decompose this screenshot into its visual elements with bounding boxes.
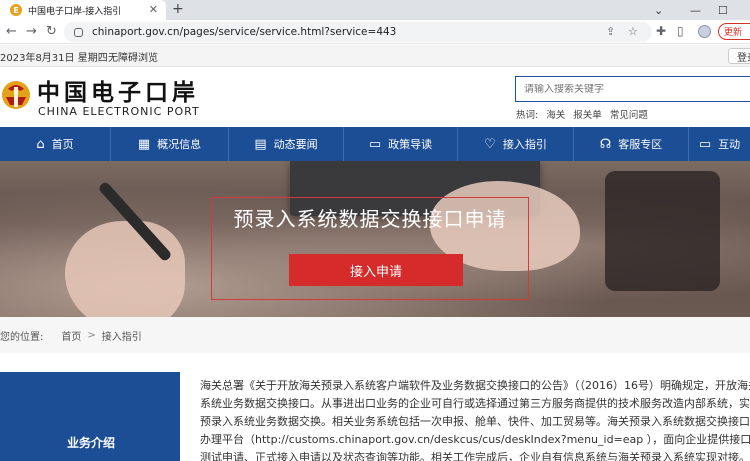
nav-item-label: 动态要闻: [273, 138, 318, 151]
nav-item-access-guide[interactable]: ♡ 接入指引: [458, 127, 574, 161]
reload-icon[interactable]: ↻: [46, 24, 57, 39]
bookmark-star-icon[interactable]: ☆: [628, 25, 638, 38]
browser-tab-strip: E 中国电子口岸-接入指引 ✕ + ⌄ — ☐: [0, 0, 750, 20]
hot-words: 热词: 海关 报关单 常见问题: [516, 107, 653, 121]
chevron-down-icon[interactable]: ⌄: [654, 0, 663, 20]
nav-item-overview[interactable]: ▦ 概况信息: [111, 127, 229, 161]
favicon-icon: E: [10, 4, 22, 16]
content-area: 业务介绍 海关总署《关于开放海关预录入系统客户端软件及业务数据交换接口的公告》（…: [0, 353, 750, 461]
nav-item-home[interactable]: ⌂ 首页: [0, 127, 111, 161]
accessibility-link[interactable]: 无障碍浏览: [108, 49, 158, 64]
extensions-icon[interactable]: ✚: [656, 24, 666, 38]
hot-word-link[interactable]: 报关单: [573, 110, 602, 121]
sidebar-title[interactable]: 业务介绍: [67, 434, 115, 451]
nav-item-label: 首页: [51, 138, 74, 151]
address-bar-row: ← → ↻ chinaport.gov.cn/pages/service/ser…: [0, 20, 750, 44]
search-box: [515, 76, 750, 102]
banner-title: 预录入系统数据交换接口申请: [233, 207, 507, 231]
article-line: 预录入系统业务数据交换。相关业务系统包括一次申报、舱单、快件、加工贸易等。海关预…: [200, 415, 750, 428]
sidepanel-icon[interactable]: ▯: [677, 24, 684, 38]
close-icon[interactable]: ✕: [149, 3, 158, 16]
search-input[interactable]: [524, 83, 724, 95]
nav-item-label: 客服专区: [618, 138, 663, 151]
home-icon: ⌂: [36, 136, 45, 152]
apply-button[interactable]: 接入申请: [289, 254, 463, 286]
site-info-bar: 2023年8月31日 星期四 无障碍浏览 登录: [0, 45, 750, 67]
logo-emblem-icon[interactable]: [0, 75, 32, 115]
article-line: 办理平台（http://customs.chinaport.gov.cn/des…: [200, 433, 750, 446]
nav-item-news[interactable]: ▤ 动态要闻: [229, 127, 344, 161]
article-body: 海关总署《关于开放海关预录入系统客户端软件及业务数据交换接口的公告》（（2016…: [200, 377, 750, 461]
book-icon: ▭: [368, 136, 382, 152]
breadcrumb: 您的位置: 首页 > 接入指引: [0, 317, 750, 353]
avatar[interactable]: [698, 25, 711, 38]
chart-icon: ▦: [137, 136, 151, 152]
banner-phone-image: [605, 171, 720, 291]
breadcrumb-current: 接入指引: [101, 331, 142, 343]
hot-word-link[interactable]: 海关: [546, 110, 565, 121]
forward-icon[interactable]: →: [26, 24, 37, 39]
site-header: 中国电子口岸 CHINA ELECTRONIC PORT 热词: 海关 报关单 …: [0, 67, 750, 127]
back-icon[interactable]: ←: [6, 24, 17, 39]
breadcrumb-separator: >: [87, 329, 96, 341]
logo-english-text[interactable]: CHINA ELECTRONIC PORT: [38, 105, 200, 118]
hot-words-label: 热词:: [516, 110, 539, 121]
browser-tab[interactable]: E 中国电子口岸-接入指引 ✕: [0, 0, 166, 20]
share-icon[interactable]: ⇪: [606, 25, 615, 38]
breadcrumb-label: 您的位置:: [0, 331, 44, 343]
main-nav: ⌂ 首页 ▦ 概况信息 ▤ 动态要闻 ▭ 政策导读 ♡ 接入指引 ☊ 客服专区 …: [0, 127, 750, 161]
new-tab-icon[interactable]: +: [172, 1, 184, 17]
tab-title: 中国电子口岸-接入指引: [28, 6, 122, 17]
chat-icon: ▭: [698, 136, 712, 152]
nav-item-customer-service[interactable]: ☊ 客服专区: [574, 127, 689, 161]
nav-item-label: 互动: [718, 138, 741, 151]
nav-item-interaction[interactable]: ▭ 互动: [689, 127, 750, 161]
heart-icon: ♡: [484, 136, 496, 152]
logo-chinese-text[interactable]: 中国电子口岸: [37, 73, 199, 107]
nav-item-label: 接入指引: [502, 138, 547, 151]
article-line: 海关总署《关于开放海关预录入系统客户端软件及业务数据交换接口的公告》（（2016…: [200, 379, 750, 392]
nav-item-label: 概况信息: [157, 138, 202, 151]
lock-icon[interactable]: [74, 27, 83, 37]
headset-icon: ☊: [599, 136, 612, 152]
maximize-icon[interactable]: ☐: [718, 0, 728, 20]
current-date: 2023年8月31日 星期四: [0, 53, 108, 64]
article-line: 测试申请、正式接入申请以及状态查询等功能。相关工作完成后，企业自有信息系统与海关…: [200, 451, 750, 461]
breadcrumb-home[interactable]: 首页: [61, 328, 81, 343]
article-line: 系统业务数据交换接口。从事进出口业务的企业可自行或选择通过第三方服务商提供的技术…: [200, 397, 750, 410]
banner-hand-image: [65, 221, 185, 317]
nav-item-label: 政策导读: [388, 138, 433, 151]
login-button[interactable]: 登录: [728, 48, 750, 64]
hero-banner: 预录入系统数据交换接口申请 接入申请: [0, 161, 750, 317]
url-text: chinaport.gov.cn/pages/service/service.h…: [92, 26, 397, 38]
update-button[interactable]: 更新: [718, 23, 750, 40]
news-icon: ▤: [254, 136, 267, 152]
minimize-icon[interactable]: —: [690, 0, 701, 20]
sidebar: 业务介绍: [0, 372, 180, 461]
url-bar[interactable]: chinaport.gov.cn/pages/service/service.h…: [64, 22, 652, 42]
nav-item-policy[interactable]: ▭ 政策导读: [344, 127, 458, 161]
hot-word-link[interactable]: 常见问题: [610, 110, 648, 121]
